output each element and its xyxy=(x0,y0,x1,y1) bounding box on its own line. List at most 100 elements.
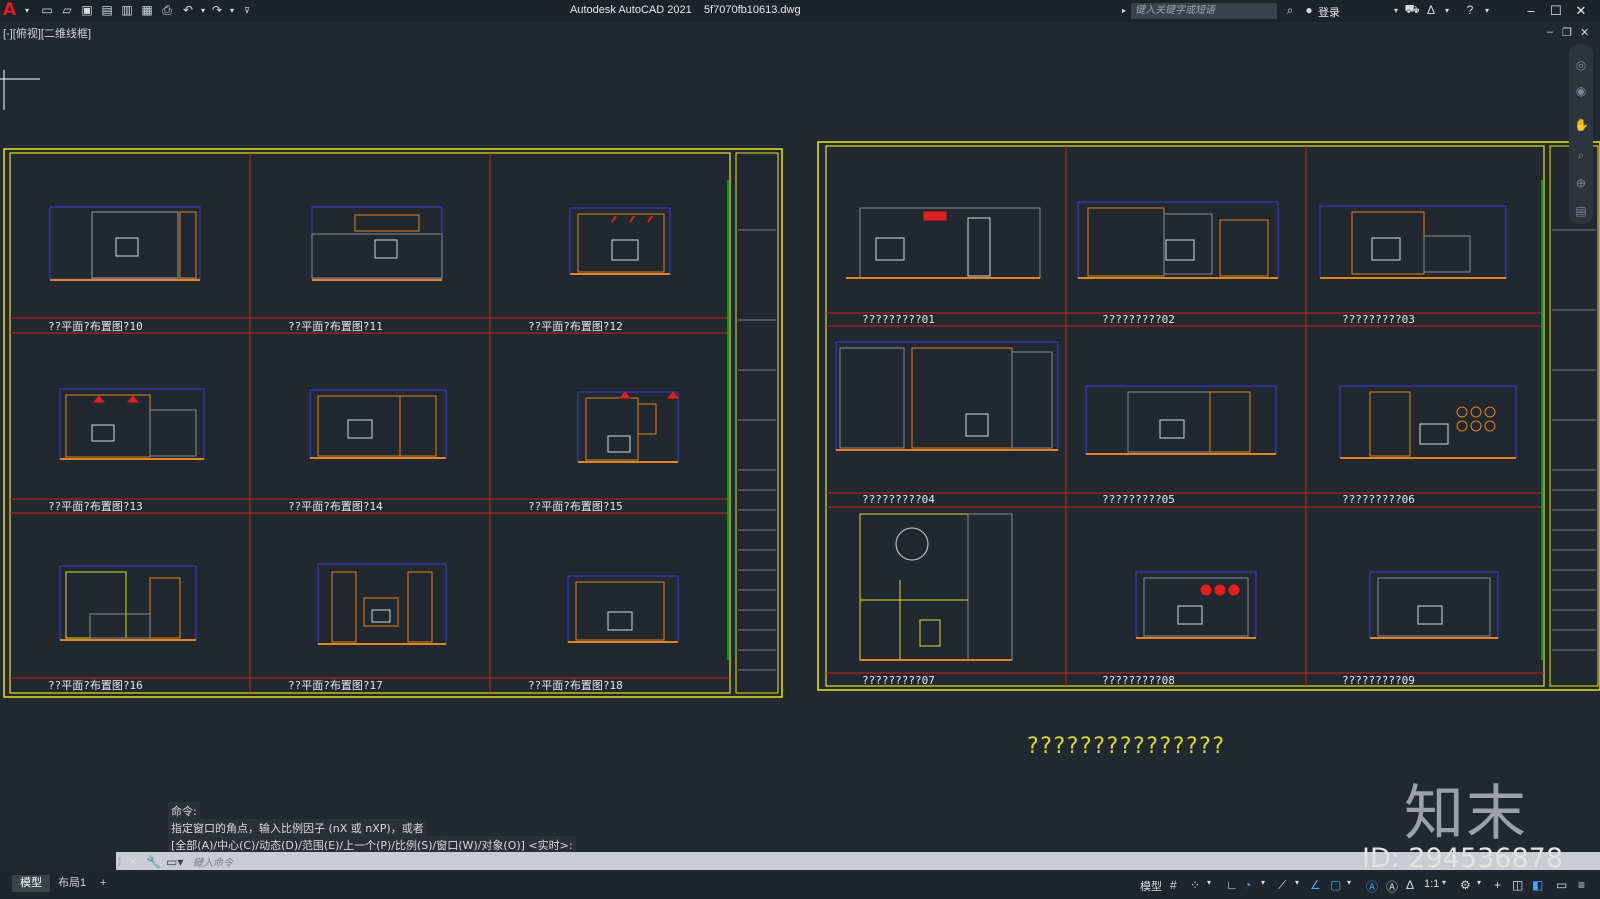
command-history-line-1: 命令: xyxy=(168,802,200,820)
sheet-title-06: ?????????06 xyxy=(1342,493,1415,506)
polar-dropdown-icon[interactable]: ▾ xyxy=(1261,878,1265,887)
minimize-button[interactable]: – xyxy=(1522,2,1540,20)
undo-icon[interactable]: ↶ xyxy=(181,3,195,17)
sheet-title-09: ?????????09 xyxy=(1342,674,1415,687)
login-button[interactable]: 登录 xyxy=(1318,4,1340,20)
user-icon[interactable]: ● xyxy=(1302,3,1316,17)
isodraft-dropdown-icon[interactable]: ▾ xyxy=(1295,878,1299,887)
clean-screen-icon[interactable]: ▭ xyxy=(1556,878,1567,892)
elevation-12 xyxy=(569,207,671,275)
isodraft-icon[interactable]: ⟋ xyxy=(1278,878,1286,893)
app-dropdown-icon[interactable]: ▾ xyxy=(1440,3,1454,17)
sheet-title-15: ??平面?布置图?15 xyxy=(528,500,623,513)
command-input[interactable]: 键入命令 xyxy=(193,854,233,869)
title-bar: A ▾ ▭ ▱ ▣ ▤ ▥ ▦ ⎙ ↶ ▾ ↷ ▾ ⊽ Autodesk Aut… xyxy=(0,0,1600,22)
autocad-logo-icon[interactable]: A xyxy=(3,1,19,19)
model-space-button[interactable]: 模型 xyxy=(1140,878,1162,894)
elevation-04 xyxy=(835,341,1059,451)
drawing-canvas[interactable]: ??平面?布置图?10 ??平面?布置图?11 ??平面?布置图?12 ??平面… xyxy=(0,40,1600,840)
sheet-title-16: ??平面?布置图?16 xyxy=(48,679,143,692)
steering-wheel-icon[interactable]: ◎ xyxy=(1574,58,1588,72)
app-menu-chevron-icon[interactable]: ▾ xyxy=(20,3,34,17)
sheet-title-01: ?????????01 xyxy=(862,313,935,326)
zoom-extents-icon[interactable]: ⌕ xyxy=(1574,148,1588,162)
sheet-title-13: ??平面?布置图?13 xyxy=(48,500,143,513)
annotation-scale-icon[interactable]: Δ xyxy=(1406,878,1414,892)
sheet-title-08: ?????????08 xyxy=(1102,674,1175,687)
pan-icon[interactable]: ✋ xyxy=(1574,118,1589,132)
cart-icon[interactable]: ⛟ xyxy=(1404,2,1419,17)
ortho-icon[interactable]: ∟ xyxy=(1226,878,1238,892)
file-name: 5f7070fb10613.dwg xyxy=(703,4,801,16)
elevation-14 xyxy=(309,389,447,459)
workspace-dropdown-icon[interactable]: ▾ xyxy=(1477,878,1481,887)
elevation-17 xyxy=(317,563,447,645)
elevation-07 xyxy=(859,513,1013,661)
object-snap-icon[interactable]: ▢ xyxy=(1330,878,1341,892)
close-button[interactable]: ✕ xyxy=(1572,2,1590,20)
search-input[interactable]: 键入关键字或短语 xyxy=(1131,3,1277,19)
help-dropdown-icon[interactable]: ▾ xyxy=(1480,3,1494,17)
object-snap-tracking-icon[interactable]: ∠ xyxy=(1310,878,1321,892)
customize-toolbar-icon[interactable]: ⊽ xyxy=(240,3,254,17)
workspace-gear-icon[interactable]: ⚙ xyxy=(1460,878,1471,892)
units-icon[interactable]: ◫ xyxy=(1512,878,1523,892)
save-icon[interactable]: ▣ xyxy=(80,3,94,17)
tab-model[interactable]: 模型 xyxy=(12,875,50,892)
snap-icon[interactable]: ⁘ xyxy=(1190,878,1200,892)
orbit-icon[interactable]: ⊕ xyxy=(1574,176,1588,190)
elevation-05 xyxy=(1085,385,1277,455)
right-elevations xyxy=(835,201,1517,661)
auto-scale-icon[interactable]: Ⓐ xyxy=(1386,878,1398,895)
grid-icon[interactable]: # xyxy=(1170,878,1177,892)
drawing-close-button[interactable]: ✕ xyxy=(1580,26,1589,39)
polar-tracking-icon[interactable]: ◔ xyxy=(1244,878,1251,892)
showmotion-icon[interactable]: ▤ xyxy=(1574,204,1588,218)
elevation-13 xyxy=(59,388,205,460)
drawing-minimize-button[interactable]: – xyxy=(1547,26,1553,38)
add-layout-button[interactable]: + xyxy=(92,875,114,892)
plot-icon[interactable]: ⎙ xyxy=(160,3,174,17)
navigation-bar: ◎ ◉ ✋ ⌕ ⊕ ▤ xyxy=(1569,44,1593,224)
save-as-icon[interactable]: ▤ xyxy=(100,3,114,17)
isolate-objects-icon[interactable]: ◧ xyxy=(1532,878,1543,892)
open-from-web-icon[interactable]: ▥ xyxy=(120,3,134,17)
watermark-id: ID: 294536878 xyxy=(1362,843,1564,874)
scale-dropdown-icon[interactable]: ▾ xyxy=(1442,878,1446,887)
elevation-02 xyxy=(1077,201,1279,279)
annotation-monitor-icon[interactable]: + xyxy=(1494,878,1501,892)
open-folder-icon[interactable]: ▱ xyxy=(60,3,74,17)
viewport-label[interactable]: [-][俯视][二维线框] xyxy=(3,25,91,41)
elevation-06 xyxy=(1339,385,1517,459)
login-dropdown-icon[interactable]: ▾ xyxy=(1389,3,1403,17)
sheet-title-04: ?????????04 xyxy=(862,493,935,506)
osnap-dropdown-icon[interactable]: ▾ xyxy=(1347,878,1351,887)
search-expand-icon[interactable]: ▸ xyxy=(1117,3,1131,17)
sheet-title-07: ?????????07 xyxy=(862,674,935,687)
command-close-icon[interactable]: ✕ xyxy=(128,855,138,869)
sheet-title-02: ?????????02 xyxy=(1102,313,1175,326)
command-history-line-2: 指定窗口的角点，输入比例因子 (nX 或 nXP)，或者 xyxy=(168,819,427,837)
left-elevations xyxy=(49,206,680,645)
drawing-restore-button[interactable]: ❐ xyxy=(1562,26,1572,39)
full-navigation-wheel-icon[interactable]: ◉ xyxy=(1574,84,1588,98)
customize-command-icon[interactable]: 🔧 xyxy=(146,855,161,869)
help-icon[interactable]: ? xyxy=(1463,3,1477,17)
snap-dropdown-icon[interactable]: ▾ xyxy=(1207,878,1211,887)
maximize-button[interactable]: ☐ xyxy=(1547,2,1565,20)
autodesk-app-icon[interactable]: Δ xyxy=(1424,3,1438,17)
recent-commands-icon[interactable]: ▭▾ xyxy=(166,855,183,869)
redo-icon[interactable]: ↷ xyxy=(210,3,224,17)
annotation-visibility-icon[interactable]: Ⓐ xyxy=(1366,878,1378,895)
elevation-08 xyxy=(1135,571,1257,639)
undo-dropdown-icon[interactable]: ▾ xyxy=(196,3,210,17)
tab-layout1[interactable]: 布局1 xyxy=(50,875,94,892)
publish-icon[interactable]: ▦ xyxy=(140,3,154,17)
annotation-scale-value[interactable]: 1:1 xyxy=(1424,878,1439,890)
sheet-title-03: ?????????03 xyxy=(1342,313,1415,326)
search-icon[interactable]: ⌕ xyxy=(1283,3,1297,17)
customization-menu-icon[interactable]: ≡ xyxy=(1578,878,1585,892)
command-grip-icon[interactable]: ⁞ xyxy=(118,855,121,869)
redo-dropdown-icon[interactable]: ▾ xyxy=(225,3,239,17)
new-file-icon[interactable]: ▭ xyxy=(40,3,54,17)
